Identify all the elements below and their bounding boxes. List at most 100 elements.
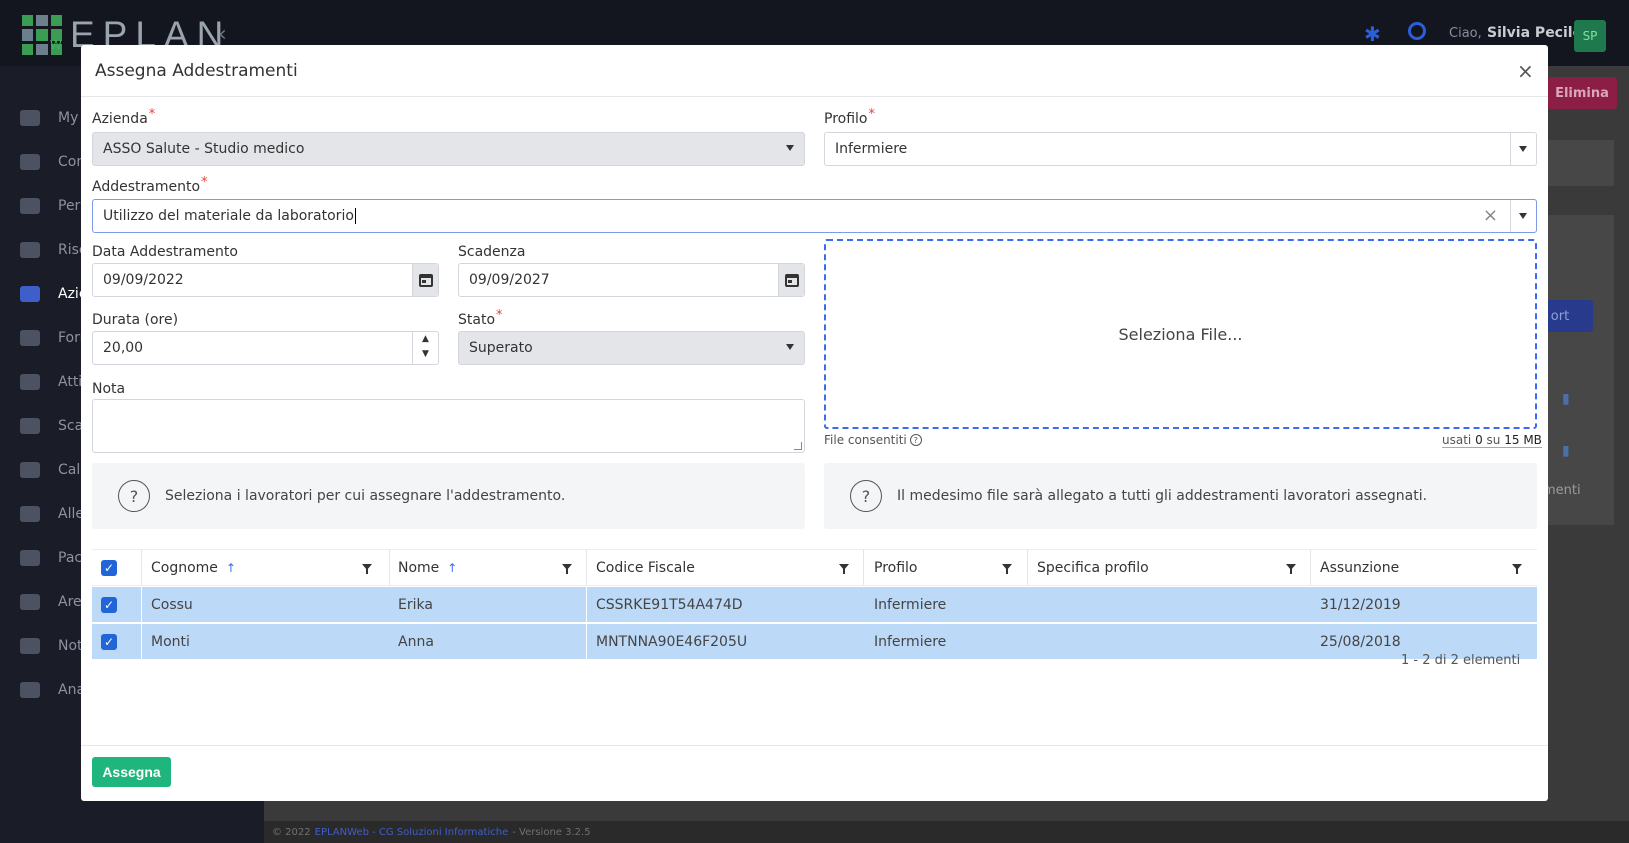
scadenza-label: Scadenza (458, 244, 526, 260)
filter-icon[interactable] (362, 564, 372, 574)
durata-label: Durata (ore) (92, 312, 179, 328)
scadenza-value: 09/09/2027 (469, 272, 550, 288)
clear-icon[interactable]: × (1483, 205, 1498, 226)
stato-select[interactable]: Superato (458, 331, 805, 365)
profilo-label: Profilo* (824, 107, 875, 127)
assign-button[interactable]: Assegna (92, 757, 171, 787)
sidebar-item-notifiche[interactable]: Not (20, 636, 83, 656)
cell-profilo: Infermiere (874, 633, 947, 650)
cell-codice-fiscale: CSSRKE91T54A474D (596, 596, 743, 613)
info-box-file: ? Il medesimo file sarà allegato a tutti… (824, 463, 1537, 529)
app-footer: © 2022 EPLANWeb - CG Soluzioni Informati… (264, 821, 1629, 843)
column-specifica-profilo[interactable]: Specifica profilo (1037, 550, 1149, 585)
avatar[interactable]: SP (1574, 20, 1606, 52)
sidebar-item-formazione[interactable]: Forr (20, 328, 85, 348)
cell-cognome: Cossu (151, 596, 193, 613)
dropzone-label: Seleziona File... (1118, 324, 1243, 344)
calendar-icon (418, 273, 433, 287)
addestramento-input[interactable]: Utilizzo del materiale da laboratorio (103, 208, 356, 224)
sidebar-item-personale[interactable]: Pers (20, 196, 88, 216)
filter-icon[interactable] (1002, 564, 1012, 574)
sidebar-item-calendario[interactable]: Cal (20, 460, 80, 480)
footer-link[interactable]: EPLANWeb - CG Soluzioni Informatiche (315, 827, 509, 838)
column-codice-fiscale[interactable]: Codice Fiscale (596, 550, 695, 585)
question-circle-icon: ? (118, 480, 150, 512)
chevron-down-icon (1519, 146, 1527, 152)
durata-field[interactable]: 20,00 ▲ ▼ (92, 331, 439, 365)
column-assunzione[interactable]: Assunzione (1320, 550, 1399, 585)
data-addestramento-label: Data Addestramento (92, 244, 238, 260)
row-checkbox[interactable]: ✓ (101, 587, 117, 622)
nota-textarea[interactable] (92, 399, 805, 453)
collapse-sidebar-icon[interactable]: ‹ (218, 22, 227, 47)
question-icon[interactable]: ? (909, 434, 922, 446)
sidebar-item-scadenze[interactable]: Sca (20, 416, 83, 436)
filter-icon[interactable] (839, 564, 849, 574)
addestramento-combobox[interactable]: Utilizzo del materiale da laboratorio × (92, 199, 1537, 233)
envelope-icon (20, 638, 40, 654)
profilo-dropdown-button[interactable] (1510, 133, 1536, 165)
chevron-down-icon (786, 145, 794, 151)
logo-subtext: W (50, 38, 62, 52)
calendar-button[interactable] (778, 264, 804, 296)
table-row[interactable]: ✓ Monti Anna MNTNNA90E46F205U Infermiere… (92, 624, 1537, 660)
sidebar-item-label: Not (58, 638, 83, 654)
sidebar-item-attivita[interactable]: Atti (20, 372, 82, 392)
question-circle-icon: ? (850, 480, 882, 512)
background-card (1548, 215, 1614, 525)
profilo-value: Infermiere (835, 141, 908, 157)
nota-label: Nota (92, 381, 126, 397)
column-profilo[interactable]: Profilo (874, 550, 917, 585)
addestramento-dropdown-button[interactable] (1510, 200, 1536, 232)
gear-icon[interactable]: ✱ (1364, 22, 1381, 46)
delete-button[interactable]: Elimina (1547, 77, 1617, 109)
sidebar-item-allegati[interactable]: Alle (20, 504, 84, 524)
sidebar-item-label: Pac (58, 550, 83, 566)
sidebar-item-rischi[interactable]: Risc (20, 240, 87, 260)
sidebar-item-pacchetti[interactable]: Pac (20, 548, 82, 568)
sidebar-item-my[interactable]: My (20, 108, 78, 128)
sidebar-item-aziende[interactable]: Azie (20, 284, 87, 304)
filter-icon[interactable] (562, 564, 572, 574)
durata-value: 20,00 (103, 340, 144, 356)
data-addestramento-field[interactable]: 09/09/2022 (92, 263, 439, 297)
table-row[interactable]: ✓ Cossu Erika CSSRKE91T54A474D Infermier… (92, 587, 1537, 623)
addestramento-label: Addestramento* (92, 175, 208, 195)
column-nome[interactable]: Nome ↑ (398, 550, 457, 585)
row-checkbox[interactable]: ✓ (101, 624, 117, 659)
column-cognome[interactable]: Cognome ↑ (151, 550, 236, 585)
scadenza-field[interactable]: 09/09/2027 (458, 263, 805, 297)
sort-asc-icon[interactable]: ↑ (226, 561, 236, 575)
calendar-icon (784, 273, 799, 287)
sidebar-item-configurazione[interactable]: Con (20, 152, 85, 172)
file-dropzone[interactable]: Seleziona File... (824, 239, 1537, 429)
resize-handle[interactable] (794, 442, 802, 450)
azienda-select[interactable]: ASSO Salute - Studio medico (92, 132, 805, 166)
chart-icon (20, 286, 40, 302)
help-icon[interactable] (1408, 22, 1426, 40)
sidebar-item-area[interactable]: Are (20, 592, 82, 612)
sidebar-item-analisi[interactable]: Ana (20, 680, 85, 700)
pager-info: 1 - 2 di 2 elementi (1401, 653, 1521, 668)
cell-assunzione: 25/08/2018 (1320, 633, 1401, 650)
calendar-button[interactable] (412, 264, 438, 296)
modal-title: Assegna Addestramenti (95, 61, 298, 81)
analytics-icon (20, 682, 40, 698)
background-text: menti (1543, 483, 1581, 498)
stato-label: Stato* (458, 308, 503, 328)
grid-header: ✓ Cognome ↑ Nome ↑ Codice Fiscale Profilo … (92, 549, 1537, 586)
profilo-select[interactable]: Infermiere (824, 132, 1537, 166)
modal-header: Assegna Addestramenti × (81, 45, 1548, 97)
number-spinner[interactable]: ▲ ▼ (412, 332, 438, 364)
stato-value: Superato (469, 340, 533, 356)
cell-nome: Anna (398, 633, 434, 650)
filter-icon[interactable] (1286, 564, 1296, 574)
select-all-checkbox[interactable]: ✓ (101, 550, 117, 585)
close-icon[interactable]: × (1517, 59, 1534, 83)
sort-asc-icon[interactable]: ↑ (447, 561, 457, 575)
cell-codice-fiscale: MNTNNA90E46F205U (596, 633, 748, 650)
home-icon (20, 110, 40, 126)
filter-icon[interactable] (1512, 564, 1522, 574)
trash-icon[interactable]: ▮ (1562, 443, 1570, 459)
trash-icon[interactable]: ▮ (1562, 391, 1570, 407)
